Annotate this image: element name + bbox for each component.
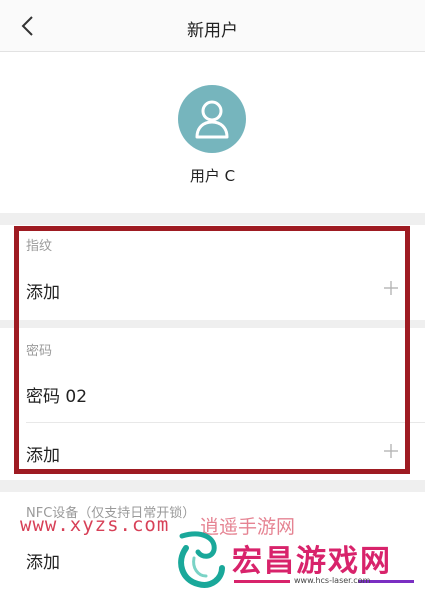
user-icon (195, 100, 229, 139)
profile-section: 用户 C (0, 53, 425, 213)
watermark-brand: 宏昌游戏网 (232, 544, 392, 579)
add-password-label: 添加 (26, 446, 60, 466)
add-nfc-label: 添加 (26, 553, 60, 573)
password-label: 密码 (26, 344, 53, 359)
page-title: 新用户 (187, 21, 238, 41)
plus-icon (384, 444, 398, 458)
password-section: 密码 密码 02 添加 (0, 328, 425, 480)
password-item-label: 密码 02 (26, 387, 88, 407)
watermark-logo-icon (178, 531, 225, 588)
section-gap (0, 480, 425, 492)
add-fingerprint-row[interactable]: 添加 (0, 260, 425, 318)
header-bar: 新用户 (0, 0, 425, 52)
plus-icon (384, 281, 398, 295)
section-gap (0, 213, 425, 225)
password-item-row[interactable]: 密码 02 (0, 364, 425, 422)
avatar[interactable] (178, 85, 246, 153)
section-gap (0, 320, 425, 328)
watermark-domain: www.hcs-laser.com (294, 576, 371, 585)
user-name: 用户 C (189, 167, 236, 185)
add-password-row[interactable]: 添加 (0, 423, 425, 481)
fingerprint-label: 指纹 (26, 239, 53, 254)
add-fingerprint-label: 添加 (26, 283, 60, 303)
watermark-url: www.xyzs.com (20, 514, 170, 536)
fingerprint-section: 指纹 添加 (0, 225, 425, 320)
